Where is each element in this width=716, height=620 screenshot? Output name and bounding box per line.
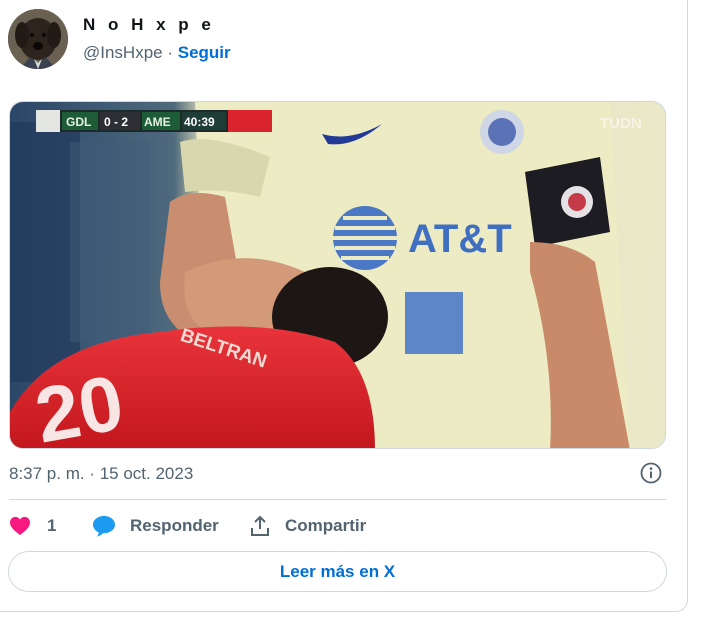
sponsor-logo-text: AT&T bbox=[408, 217, 512, 261]
read-more-button[interactable]: Leer más en X bbox=[8, 551, 667, 592]
separator: · bbox=[162, 43, 178, 62]
like-button[interactable]: 1 bbox=[9, 511, 56, 541]
share-label: Compartir bbox=[285, 516, 367, 535]
score-value: 0 - 2 bbox=[104, 115, 128, 129]
match-clock: 40:39 bbox=[184, 115, 215, 129]
tweet-media-image[interactable]: AT&T BELTRAN 20 GDL 0 - 2 AME 40:39 TUDN bbox=[9, 101, 666, 449]
broadcaster-logo: TUDN bbox=[600, 115, 642, 132]
avatar[interactable] bbox=[8, 9, 68, 69]
user-handle[interactable]: @InsHxpe bbox=[83, 43, 163, 62]
reply-button[interactable]: Responder bbox=[92, 511, 219, 541]
tweet-card: N o H x p e @InsHxpe · Seguir AT&T BELTR… bbox=[0, 0, 688, 612]
soccer-photo: AT&T BELTRAN 20 GDL 0 - 2 AME 40:39 TUDN bbox=[10, 102, 665, 449]
score-home-team: GDL bbox=[66, 115, 91, 129]
dog-avatar-icon bbox=[8, 9, 68, 69]
upload-icon bbox=[251, 515, 269, 536]
info-icon[interactable] bbox=[640, 462, 662, 484]
speech-bubble-icon bbox=[93, 516, 115, 537]
jersey-number: 20 bbox=[29, 358, 130, 449]
handle-row: @InsHxpe · Seguir bbox=[83, 43, 231, 63]
share-button[interactable]: Compartir bbox=[249, 511, 366, 541]
display-name[interactable]: N o H x p e bbox=[83, 15, 215, 35]
follow-link[interactable]: Seguir bbox=[178, 43, 231, 62]
action-bar: 1 Responder Compartir bbox=[9, 511, 649, 541]
divider bbox=[9, 499, 666, 500]
heart-icon bbox=[10, 516, 30, 536]
reply-label: Responder bbox=[130, 516, 219, 535]
like-count: 1 bbox=[47, 516, 57, 535]
score-away-team: AME bbox=[144, 115, 171, 129]
tweet-header: N o H x p e @InsHxpe · Seguir bbox=[8, 9, 508, 69]
tweet-timestamp[interactable]: 8:37 p. m. · 15 oct. 2023 bbox=[9, 464, 193, 484]
